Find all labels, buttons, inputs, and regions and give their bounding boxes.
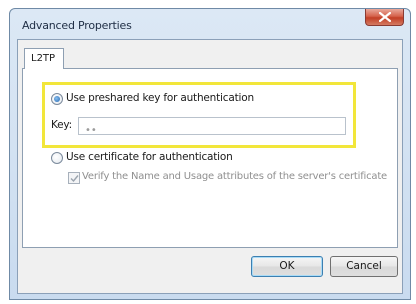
certificate-label[interactable]: Use certificate for authentication <box>66 151 233 163</box>
ok-button[interactable]: OK <box>251 256 323 277</box>
title-bar[interactable]: Advanced Properties <box>10 9 410 39</box>
close-icon <box>379 12 391 22</box>
certificate-radio[interactable] <box>51 152 63 164</box>
tab-label: L2TP <box>31 53 56 64</box>
verify-checkbox[interactable] <box>68 172 80 184</box>
checkmark-icon <box>70 175 79 183</box>
close-button[interactable] <box>365 9 404 26</box>
dialog-client-area: L2TP Use preshared key for authenticatio… <box>17 39 403 294</box>
cancel-button[interactable]: Cancel <box>330 256 398 277</box>
tab-l2tp[interactable]: L2TP <box>24 48 64 69</box>
highlight-box <box>42 82 356 148</box>
advanced-properties-dialog: Advanced Properties L2TP Use preshared k… <box>9 8 411 300</box>
window-title: Advanced Properties <box>22 19 132 32</box>
verify-label[interactable]: Verify the Name and Usage attributes of … <box>82 171 387 182</box>
